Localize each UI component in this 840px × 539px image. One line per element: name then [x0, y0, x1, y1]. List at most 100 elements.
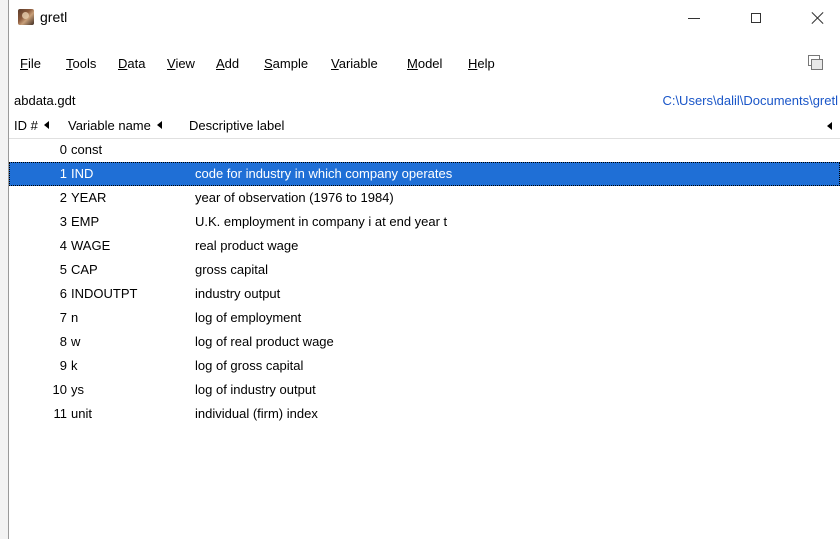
title-bar[interactable]: gretl — [9, 0, 840, 36]
variable-row[interactable]: 5 CAP gross capital — [9, 258, 840, 282]
variable-id: 5 — [59, 262, 67, 277]
menu-sample-mnemonic: S — [264, 56, 273, 71]
variable-name: k — [71, 358, 78, 373]
menu-help-mnemonic: H — [468, 56, 478, 71]
menu-model[interactable]: Model — [407, 56, 442, 71]
close-button[interactable] — [795, 0, 840, 36]
gretl-app-icon[interactable] — [18, 9, 34, 25]
menu-file[interactable]: File — [20, 56, 41, 71]
sort-arrow-icon — [156, 121, 162, 129]
variable-row[interactable]: 1 IND code for industry in which company o… — [9, 162, 840, 186]
variable-id: 10 — [52, 382, 67, 397]
variable-label: year of observation (1976 to 1984) — [195, 190, 394, 205]
variable-label: gross capital — [195, 262, 268, 277]
variable-name: ys — [71, 382, 84, 397]
variable-row[interactable]: 0 const — [9, 138, 840, 162]
maximize-icon — [751, 13, 761, 23]
menu-sample[interactable]: Sample — [264, 56, 308, 71]
variable-id: 6 — [59, 286, 67, 301]
column-header-name[interactable]: Variable name — [68, 118, 162, 133]
variable-row[interactable]: 4 WAGE real product wage — [9, 234, 840, 258]
variable-name: CAP — [71, 262, 98, 277]
variable-label: real product wage — [195, 238, 299, 253]
menu-add-mnemonic: A — [216, 56, 225, 71]
variable-row[interactable]: 2 YEAR year of observation (1976 to 1984) — [9, 186, 840, 210]
variable-id: 9 — [59, 358, 67, 373]
variable-label: log of real product wage — [195, 334, 334, 349]
variable-id: 1 — [59, 166, 67, 181]
variable-name: WAGE — [71, 238, 111, 253]
variable-name: n — [71, 310, 79, 325]
menu-model-mnemonic: M — [407, 56, 418, 71]
variable-name: w — [71, 334, 81, 349]
variable-name: IND — [71, 166, 94, 181]
menu-view[interactable]: View — [167, 56, 195, 71]
variable-label: log of industry output — [195, 382, 316, 397]
menu-variable-mnemonic: V — [331, 56, 339, 71]
dataset-info-bar: abdata.gdt C:\Users\dalil\Documents\gret… — [9, 91, 840, 110]
variable-name: const — [71, 142, 103, 157]
variable-name: EMP — [71, 214, 100, 229]
dataset-filename: abdata.gdt — [14, 93, 76, 108]
variable-id: 0 — [59, 142, 67, 157]
variable-name: INDOUTPT — [71, 286, 138, 301]
close-icon — [811, 11, 825, 25]
menu-data[interactable]: Data — [118, 56, 145, 71]
variable-row[interactable]: 7 n log of employment — [9, 306, 840, 330]
sort-arrow-icon — [43, 121, 49, 129]
variable-id: 7 — [59, 310, 67, 325]
background-window-edge — [0, 0, 9, 539]
variable-list: 0 const 1 IND code for industry in which com… — [9, 138, 840, 426]
menu-variable-label: ariable — [338, 56, 378, 71]
menu-add-label: dd — [224, 56, 240, 71]
variable-name: unit — [71, 406, 92, 421]
gretl-main-window: gretl File Tools Data View Add Sample Va… — [9, 0, 840, 539]
column-header-id[interactable]: ID # — [14, 118, 49, 133]
minimize-button[interactable] — [671, 0, 717, 36]
variable-name: YEAR — [71, 190, 107, 205]
menu-tools[interactable]: Tools — [66, 56, 96, 71]
menu-help-label: elp — [477, 56, 495, 71]
menu-model-label: odel — [417, 56, 443, 71]
variable-label: code for industry in which company opera… — [195, 166, 453, 181]
maximize-button[interactable] — [733, 0, 779, 36]
menu-tools-label: ools — [72, 56, 97, 71]
detach-window-icon-front — [811, 59, 823, 70]
menu-bar: File Tools Data View Add Sample Variable… — [9, 52, 840, 76]
variable-id: 11 — [53, 406, 68, 421]
variable-row[interactable]: 6 INDOUTPT industry output — [9, 282, 840, 306]
variable-row[interactable]: 11 unit individual (firm) index — [9, 402, 840, 426]
menu-file-mnemonic: F — [20, 56, 28, 71]
menu-file-label: ile — [27, 56, 41, 71]
window-title: gretl — [40, 9, 68, 25]
column-header-label-label: Descriptive label — [189, 118, 285, 133]
variable-label: individual (firm) index — [195, 406, 318, 421]
menu-help[interactable]: Help — [468, 56, 495, 71]
variable-row[interactable]: 9 k log of gross capital — [9, 354, 840, 378]
column-scroll-arrow-icon[interactable] — [827, 122, 832, 130]
menu-sample-label: ample — [272, 56, 309, 71]
menu-add[interactable]: Add — [216, 56, 239, 71]
variable-list-header: ID # Variable name Descriptive label — [9, 114, 840, 139]
column-header-label[interactable]: Descriptive label — [189, 118, 284, 133]
detach-window-icon[interactable] — [808, 55, 823, 70]
menu-data-label: ata — [127, 56, 146, 71]
menu-data-mnemonic: D — [118, 56, 128, 71]
variable-id: 8 — [59, 334, 67, 349]
menu-view-label: iew — [175, 56, 195, 71]
column-header-name-label: Variable name — [68, 118, 151, 133]
variable-id: 4 — [59, 238, 67, 253]
variable-id: 3 — [59, 214, 67, 229]
working-directory-path[interactable]: C:\Users\dalil\Documents\gretl — [662, 93, 838, 108]
variable-row[interactable]: 10 ys log of industry output — [9, 378, 840, 402]
variable-label: log of gross capital — [195, 358, 304, 373]
variable-id: 2 — [59, 190, 67, 205]
variable-row[interactable]: 8 w log of real product wage — [9, 330, 840, 354]
menu-variable[interactable]: Variable — [331, 56, 378, 71]
variable-label: log of employment — [195, 310, 302, 325]
variable-label: industry output — [195, 286, 281, 301]
column-header-id-label: ID # — [14, 118, 38, 133]
variable-row[interactable]: 3 EMP U.K. employment in company i at end … — [9, 210, 840, 234]
variable-label: U.K. employment in company i at end year… — [195, 214, 448, 229]
minimize-icon — [688, 17, 700, 19]
